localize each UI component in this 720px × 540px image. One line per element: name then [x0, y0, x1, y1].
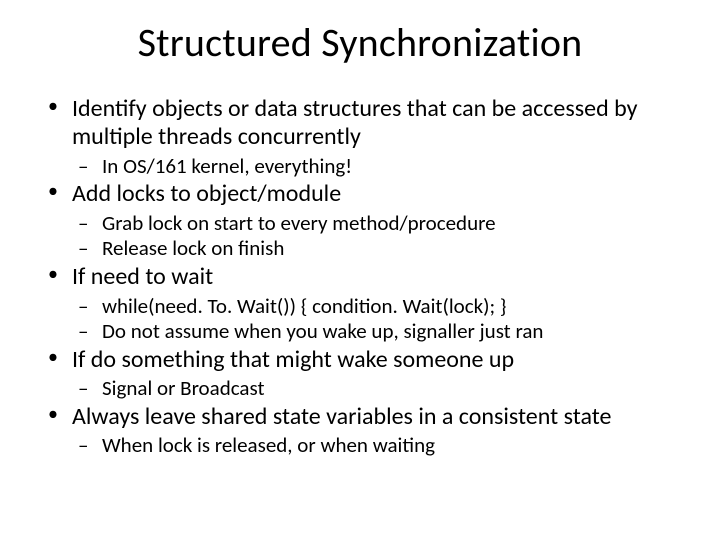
- bullet-text: Add locks to object/module: [72, 179, 341, 208]
- sub-item: When lock is released, or when waiting: [72, 433, 680, 458]
- slide-title: Structured Synchronization: [0, 18, 720, 67]
- bullet-text: Identify objects or data structures that…: [72, 94, 637, 151]
- slide-body: Identify objects or data structures that…: [0, 95, 720, 458]
- bullet-item: Identify objects or data structures that…: [40, 95, 680, 178]
- bullet-text: If need to wait: [72, 262, 213, 291]
- sub-item: while(need. To. Wait()) { condition. Wai…: [72, 294, 680, 319]
- bullet-text: Always leave shared state variables in a…: [72, 402, 611, 431]
- bullet-item: Always leave shared state variables in a…: [40, 403, 680, 458]
- sub-list: Grab lock on start to every method/proce…: [72, 211, 680, 262]
- bullet-list: Identify objects or data structures that…: [40, 95, 680, 458]
- sub-item: Release lock on finish: [72, 236, 680, 261]
- bullet-item: If need to wait while(need. To. Wait()) …: [40, 263, 680, 344]
- bullet-item: If do something that might wake someone …: [40, 346, 680, 401]
- bullet-item: Add locks to object/module Grab lock on …: [40, 180, 680, 261]
- sub-item: Signal or Broadcast: [72, 376, 680, 401]
- sub-item: Do not assume when you wake up, signalle…: [72, 319, 680, 344]
- sub-list: while(need. To. Wait()) { condition. Wai…: [72, 294, 680, 345]
- bullet-text: If do something that might wake someone …: [72, 345, 514, 374]
- sub-list: Signal or Broadcast: [72, 376, 680, 401]
- sub-list: In OS/161 kernel, everything!: [72, 154, 680, 179]
- sub-item: Grab lock on start to every method/proce…: [72, 211, 680, 236]
- sub-item: In OS/161 kernel, everything!: [72, 154, 680, 179]
- sub-list: When lock is released, or when waiting: [72, 433, 680, 458]
